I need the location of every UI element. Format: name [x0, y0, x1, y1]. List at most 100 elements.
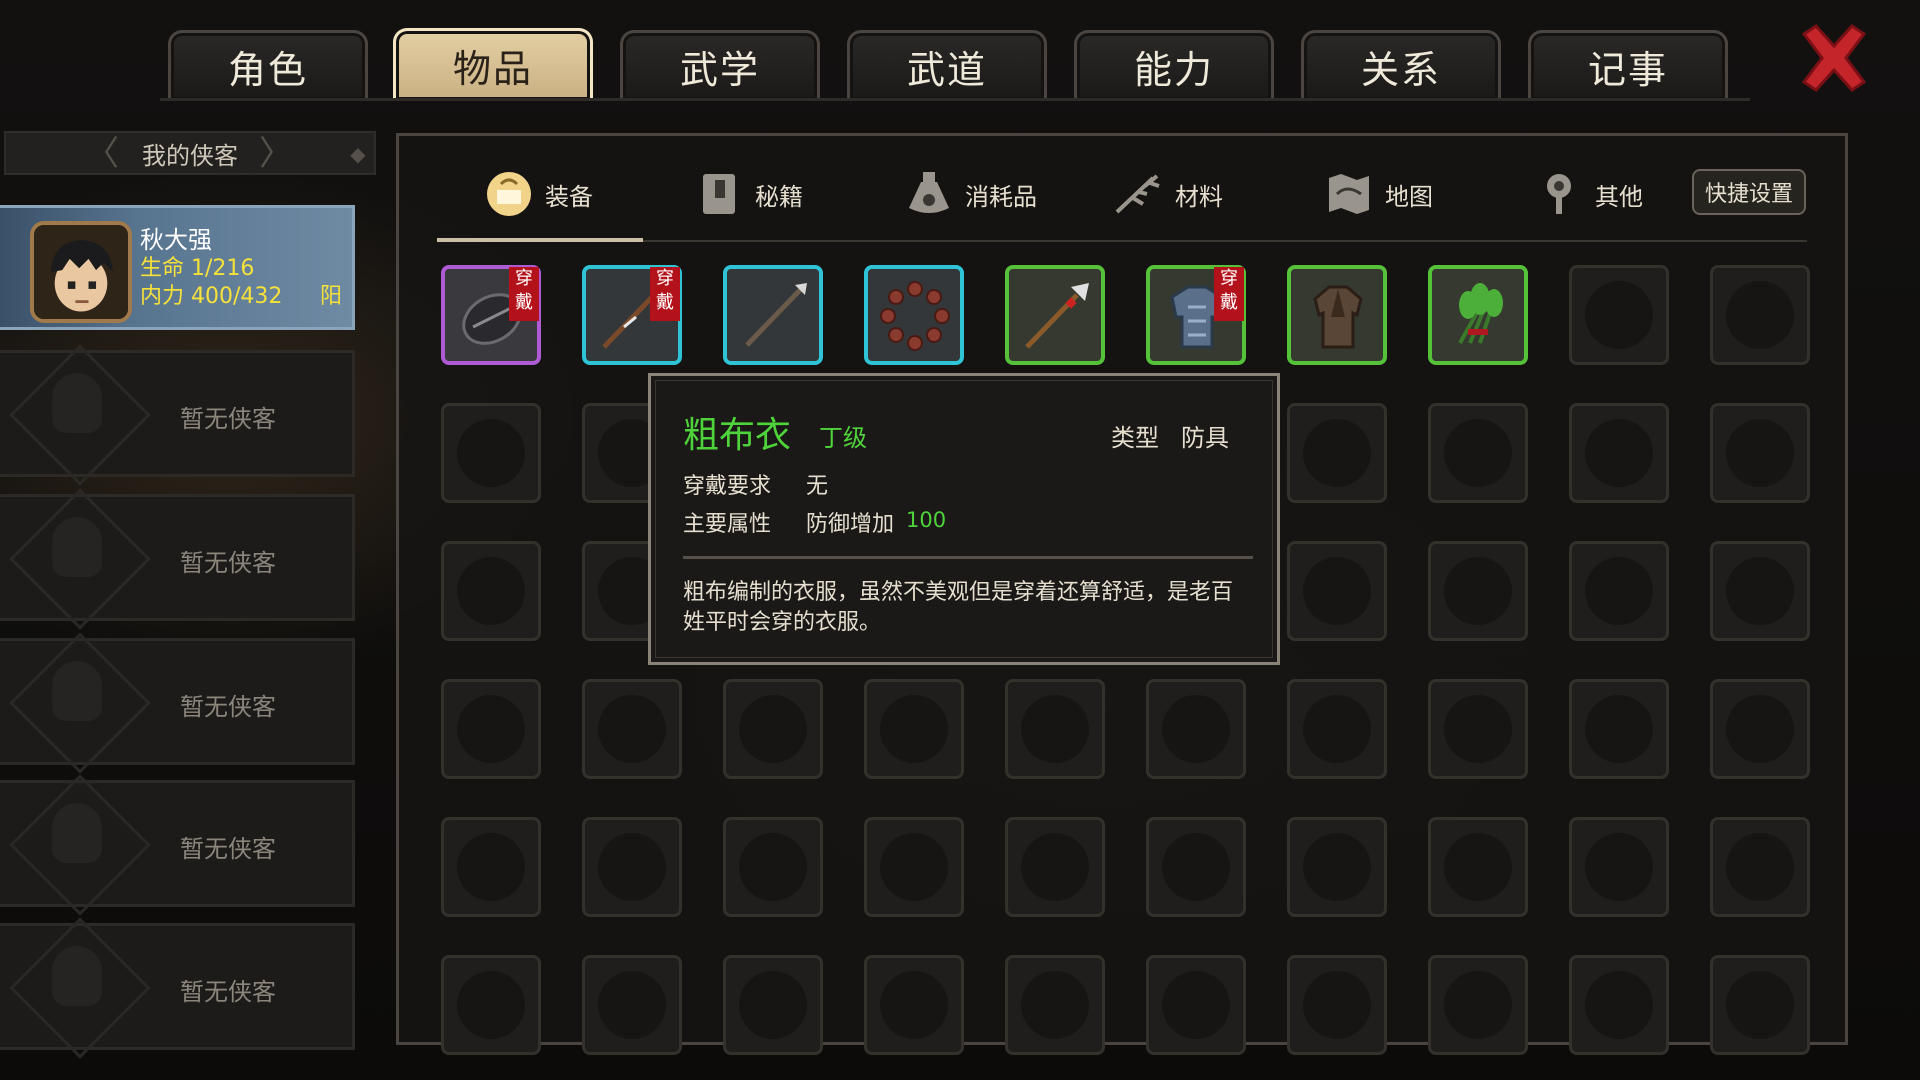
empty-party-slot[interactable]: 暂无侠客: [0, 917, 355, 1059]
silhouette-icon: [52, 373, 102, 433]
silhouette-icon: [52, 946, 102, 1006]
inventory-empty-slot[interactable]: [1569, 817, 1669, 917]
inventory-empty-slot[interactable]: [1710, 817, 1810, 917]
inventory-empty-slot[interactable]: [1146, 679, 1246, 779]
tab-items[interactable]: 物品: [393, 28, 593, 100]
category-equipment[interactable]: 装备: [483, 166, 593, 222]
inventory-empty-slot[interactable]: [1287, 955, 1387, 1055]
quick-settings-button[interactable]: 快捷设置: [1692, 169, 1806, 215]
tab-divider: [160, 98, 1750, 101]
tooltip-divider: [683, 556, 1253, 559]
inventory-empty-slot[interactable]: [1569, 403, 1669, 503]
inventory-empty-slot[interactable]: [1287, 817, 1387, 917]
inventory-empty-slot[interactable]: [1428, 955, 1528, 1055]
inventory-empty-slot[interactable]: [1428, 541, 1528, 641]
inventory-empty-slot[interactable]: [1287, 679, 1387, 779]
empty-party-slot[interactable]: 暂无侠客: [0, 488, 355, 630]
inventory-empty-slot[interactable]: [1569, 541, 1669, 641]
category-books[interactable]: 秘籍: [693, 166, 803, 222]
category-label: 消耗品: [965, 182, 1037, 211]
inventory-empty-slot[interactable]: [723, 679, 823, 779]
category-other[interactable]: 其他: [1533, 166, 1643, 222]
hero-alignment: 阳: [320, 284, 343, 309]
inventory-item-slot[interactable]: [864, 265, 964, 365]
inventory-empty-slot[interactable]: [1710, 679, 1810, 779]
inventory-empty-slot[interactable]: [864, 955, 964, 1055]
empty-slot-label: 暂无侠客: [180, 549, 276, 577]
chevron-left-icon[interactable]: 〈: [84, 135, 120, 175]
inventory-empty-slot[interactable]: [1005, 679, 1105, 779]
inventory-empty-slot[interactable]: [582, 955, 682, 1055]
inventory-empty-slot[interactable]: [441, 817, 541, 917]
silhouette-icon: [52, 517, 102, 577]
equipped-badge: 穿戴: [1214, 267, 1244, 321]
empty-party-slot[interactable]: 暂无侠客: [0, 344, 355, 486]
inventory-empty-slot[interactable]: [1146, 955, 1246, 1055]
tab-martial-way[interactable]: 武道: [847, 30, 1047, 100]
inventory-empty-slot[interactable]: [864, 817, 964, 917]
equipped-badge: 穿戴: [509, 267, 539, 321]
herb-bundle-icon: [1458, 283, 1503, 344]
hero-card[interactable]: 秋大强 生命 1/216 内力 400/432 阳: [0, 205, 355, 330]
prayer-beads-icon: [880, 281, 950, 351]
inventory-item-slot[interactable]: [1287, 265, 1387, 365]
inventory-empty-slot[interactable]: [441, 541, 541, 641]
category-consumables[interactable]: 消耗品: [903, 166, 1037, 222]
inventory-empty-slot[interactable]: [1710, 403, 1810, 503]
close-x-icon[interactable]: [1796, 20, 1872, 96]
inventory-empty-slot[interactable]: [441, 955, 541, 1055]
category-label: 秘籍: [755, 182, 803, 211]
inventory-empty-slot[interactable]: [1710, 265, 1810, 365]
empty-party-slot[interactable]: 暂无侠客: [0, 774, 355, 916]
misc-icon: [1533, 168, 1585, 220]
inventory-item-slot[interactable]: 穿戴: [582, 265, 682, 365]
tab-abilities[interactable]: 能力: [1074, 30, 1274, 100]
inventory-item-slot[interactable]: 穿戴: [1146, 265, 1246, 365]
inventory-empty-slot[interactable]: [1569, 265, 1669, 365]
item-description: 粗布编制的衣服，虽然不美观但是穿着还算舒适，是老百姓平时会穿的衣服。: [683, 580, 1234, 635]
inventory-empty-slot[interactable]: [1710, 541, 1810, 641]
tab-character[interactable]: 角色: [168, 30, 368, 100]
inventory-empty-slot[interactable]: [582, 679, 682, 779]
category-materials[interactable]: 材料: [1113, 166, 1223, 222]
item-type-value: 防具: [1181, 424, 1229, 452]
inventory-item-slot[interactable]: [723, 265, 823, 365]
tab-relations[interactable]: 关系: [1301, 30, 1501, 100]
inventory-empty-slot[interactable]: [864, 679, 964, 779]
inventory-empty-slot[interactable]: [723, 955, 823, 1055]
chevron-right-icon[interactable]: 〉: [258, 135, 294, 175]
category-maps[interactable]: 地图: [1323, 166, 1433, 222]
party-header: 〈 我的侠客 〉 ◆: [4, 131, 376, 175]
inventory-empty-slot[interactable]: [441, 679, 541, 779]
inventory-empty-slot[interactable]: [1428, 817, 1528, 917]
herb-icon: [1113, 168, 1165, 220]
silhouette-icon: [52, 803, 102, 863]
party-title: 我的侠客: [142, 141, 238, 170]
inventory-empty-slot[interactable]: [582, 817, 682, 917]
inventory-empty-slot[interactable]: [1287, 541, 1387, 641]
hero-portrait-avatar: [30, 221, 132, 323]
item-attribute-label: 主要属性: [683, 512, 772, 537]
inventory-empty-slot[interactable]: [1710, 955, 1810, 1055]
inventory-empty-slot[interactable]: [723, 817, 823, 917]
equipment-icon: [483, 168, 535, 220]
inventory-empty-slot[interactable]: [441, 403, 541, 503]
inventory-empty-slot[interactable]: [1569, 955, 1669, 1055]
inventory-empty-slot[interactable]: [1005, 817, 1105, 917]
tab-journal[interactable]: 记事: [1528, 30, 1728, 100]
inventory-empty-slot[interactable]: [1428, 679, 1528, 779]
inventory-item-slot[interactable]: 穿戴: [441, 265, 541, 365]
empty-party-slot[interactable]: 暂无侠客: [0, 632, 355, 774]
inventory-item-slot[interactable]: [1428, 265, 1528, 365]
inventory-empty-slot[interactable]: [1287, 403, 1387, 503]
tab-martial-arts[interactable]: 武学: [620, 30, 820, 100]
inventory-empty-slot[interactable]: [1428, 403, 1528, 503]
inventory-empty-slot[interactable]: [1146, 817, 1246, 917]
inventory-empty-slot[interactable]: [1569, 679, 1669, 779]
item-requirement-label: 穿戴要求: [683, 474, 772, 499]
item-requirement-value: 无: [806, 474, 829, 499]
inventory-item-slot[interactable]: [1005, 265, 1105, 365]
inventory-empty-slot[interactable]: [1005, 955, 1105, 1055]
book-icon: [693, 168, 745, 220]
empty-slot-label: 暂无侠客: [180, 835, 276, 863]
